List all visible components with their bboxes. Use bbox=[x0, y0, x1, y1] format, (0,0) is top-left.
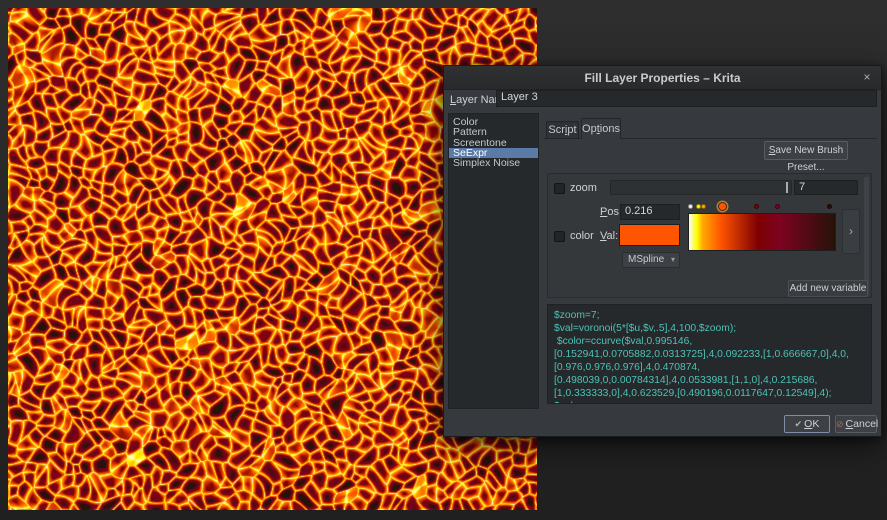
gradient-stop[interactable] bbox=[775, 204, 780, 209]
variables-panel: zoom 7 color Pos: 0.216 Val: MSpline ▾ ›… bbox=[547, 173, 872, 298]
dialog-titlebar[interactable]: Fill Layer Properties – Krita × bbox=[444, 66, 881, 90]
gradient-editor bbox=[688, 202, 836, 251]
gradient-stops-row bbox=[688, 202, 836, 212]
desktop: Fill Layer Properties – Krita × Layer Na… bbox=[0, 0, 887, 520]
gradient-stop[interactable] bbox=[688, 204, 693, 209]
gradient-stop-selected[interactable] bbox=[718, 202, 727, 211]
zoom-slider-handle[interactable] bbox=[786, 182, 788, 193]
color-checkbox[interactable] bbox=[554, 231, 565, 242]
gradient-stop[interactable] bbox=[827, 204, 832, 209]
interpolation-value: MSpline bbox=[628, 254, 664, 265]
variables-scrollbar[interactable] bbox=[864, 177, 869, 295]
layer-name-input[interactable]: Layer 3 bbox=[496, 90, 877, 107]
zoom-slider[interactable] bbox=[610, 180, 792, 195]
add-new-variable-button[interactable]: Add new variable bbox=[788, 280, 868, 297]
zoom-checkbox[interactable] bbox=[554, 183, 565, 194]
chevron-down-icon: ▾ bbox=[671, 253, 675, 267]
script-preview-box: $zoom=7; $val=voronoi(5*[$u,$v,.5],4,100… bbox=[547, 304, 872, 404]
script-text: $zoom=7; $val=voronoi(5*[$u,$v,.5],4,100… bbox=[548, 305, 871, 404]
pos-input[interactable]: 0.216 bbox=[620, 204, 680, 220]
color-variable-label: color bbox=[570, 230, 594, 242]
gradient-stop[interactable] bbox=[701, 204, 706, 209]
val-color-swatch[interactable] bbox=[619, 224, 680, 246]
ok-button[interactable]: ✔OK bbox=[784, 415, 830, 433]
val-label: Val: bbox=[600, 230, 618, 242]
gradient-next-button[interactable]: › bbox=[842, 209, 860, 254]
cancel-button-label: Cancel bbox=[846, 418, 879, 430]
gradient-bar[interactable] bbox=[688, 213, 836, 251]
gradient-stop[interactable] bbox=[754, 204, 759, 209]
zoom-variable-label: zoom bbox=[570, 182, 597, 194]
ok-button-label: OK bbox=[804, 418, 819, 430]
generator-list: ColorPatternScreentoneSeExprSimplex Nois… bbox=[448, 113, 539, 409]
check-icon: ✔ bbox=[795, 419, 803, 429]
fill-layer-properties-dialog: Fill Layer Properties – Krita × Layer Na… bbox=[443, 65, 882, 437]
cancel-icon: ⊘ bbox=[836, 419, 844, 429]
dialog-title: Fill Layer Properties – Krita bbox=[444, 66, 881, 90]
tab-script[interactable]: Script bbox=[546, 121, 579, 138]
generator-item-simplex-noise[interactable]: Simplex Noise bbox=[449, 158, 538, 168]
tab-options[interactable]: Options bbox=[581, 118, 621, 139]
pos-label: Pos: bbox=[600, 206, 622, 218]
interpolation-dropdown[interactable]: MSpline ▾ bbox=[622, 252, 680, 268]
gradient-stop[interactable] bbox=[696, 204, 701, 209]
zoom-value-input[interactable]: 7 bbox=[794, 180, 858, 195]
close-icon[interactable]: × bbox=[859, 70, 875, 86]
cancel-button[interactable]: ⊘Cancel bbox=[835, 415, 877, 433]
save-new-brush-preset-button[interactable]: Save New Brush Preset... bbox=[764, 141, 848, 160]
